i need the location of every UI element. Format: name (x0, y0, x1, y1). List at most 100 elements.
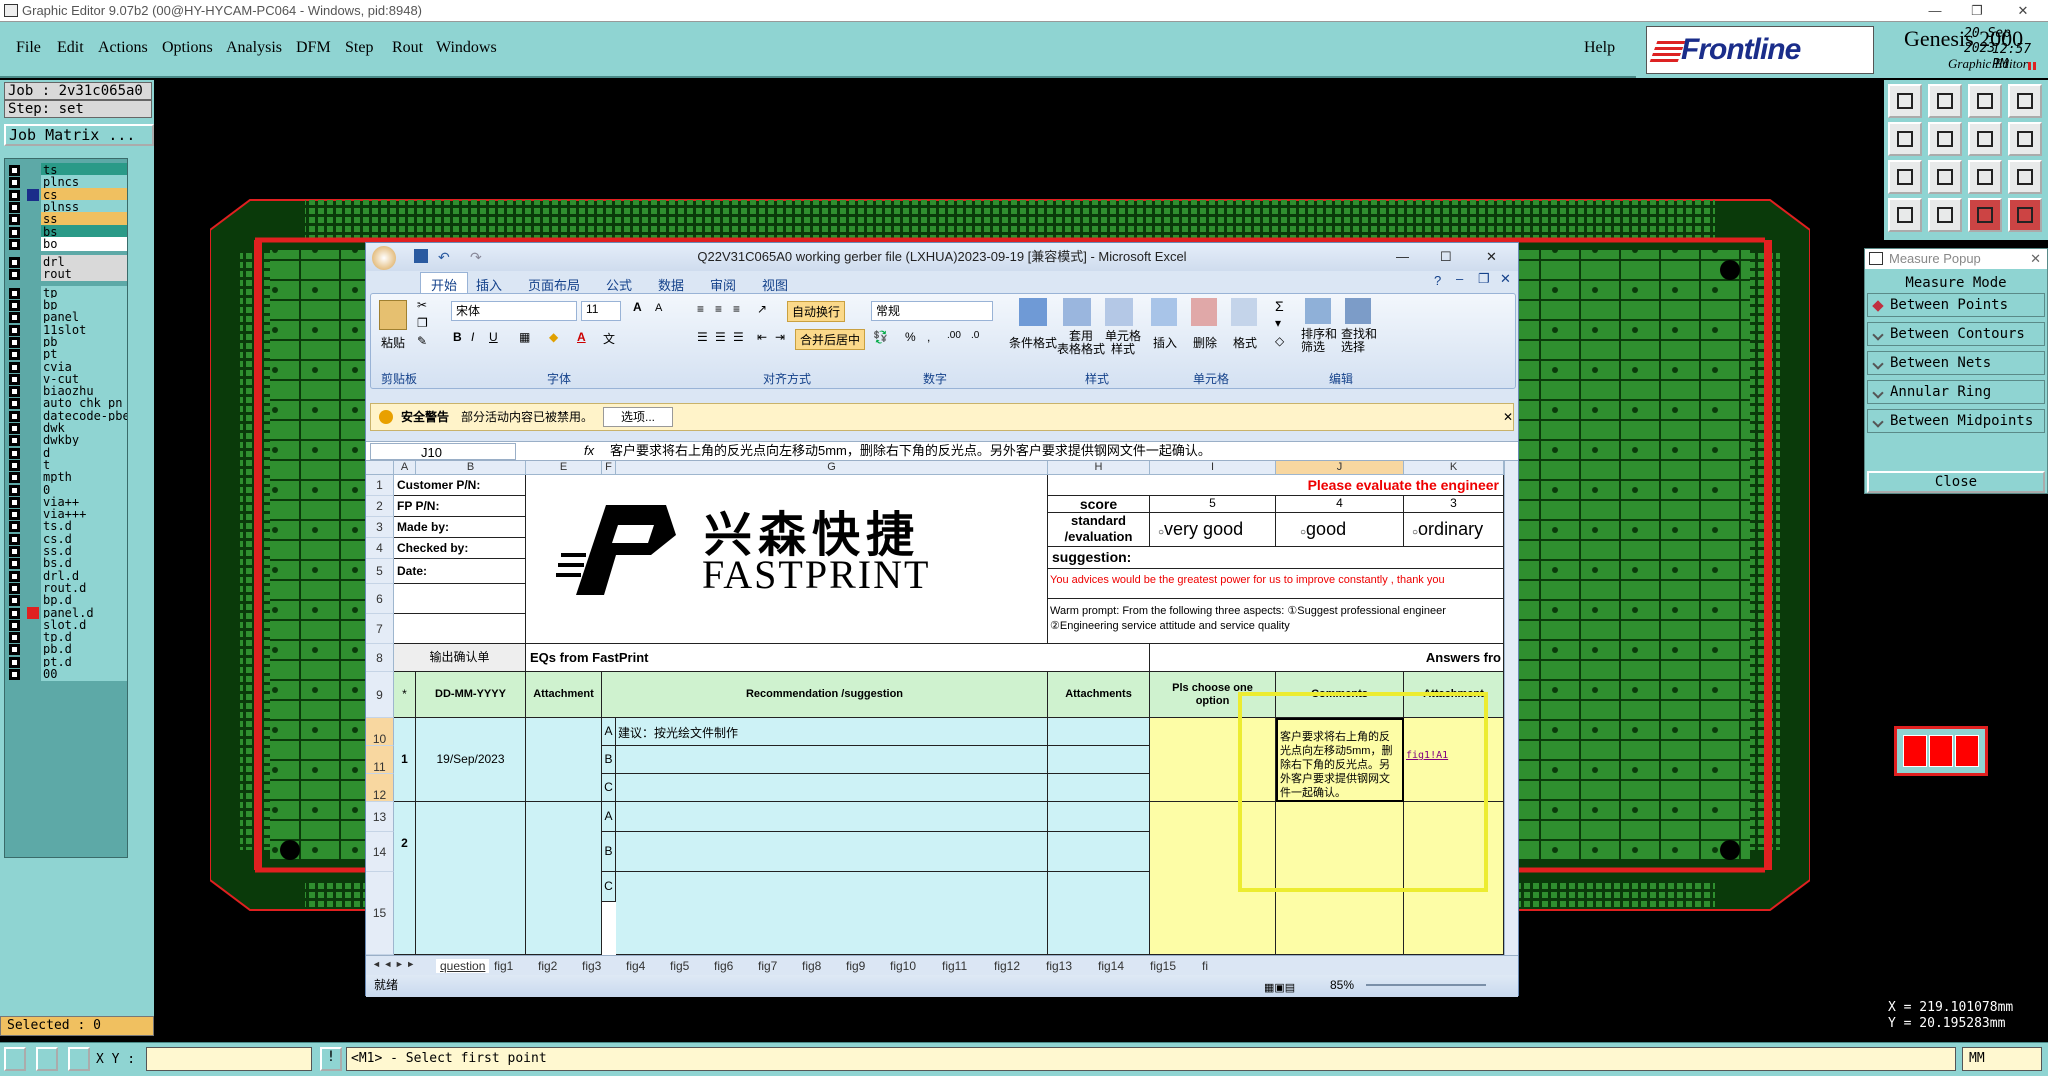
layer-swatch[interactable] (27, 533, 39, 545)
sheet-tab[interactable]: question (436, 959, 490, 973)
layer-swatch[interactable] (27, 268, 39, 280)
flip-icon[interactable] (1968, 122, 2002, 156)
measure-close-button[interactable]: Close (1867, 471, 2045, 493)
percent-icon[interactable]: % (905, 330, 916, 344)
grow-font-icon[interactable]: A (633, 300, 642, 314)
row-header[interactable]: 9 (366, 672, 394, 718)
sort-filter-button[interactable]: 排序和 筛选 (1301, 328, 1337, 354)
tab-data[interactable]: 数据 (658, 275, 684, 294)
conditional-format-button[interactable]: 条件格式 (1009, 334, 1057, 351)
menu-edit[interactable]: Edit (57, 39, 84, 57)
ribbon-minimize-button[interactable]: – (1456, 271, 1463, 286)
paste-button[interactable]: 粘贴 (381, 334, 405, 351)
align-top-icon[interactable]: ≡ (697, 302, 704, 316)
sort-filter-icon[interactable] (1305, 298, 1331, 324)
sheet-tab[interactable]: fig8 (802, 959, 821, 973)
layer-swatch[interactable] (27, 385, 39, 397)
layer-swatch[interactable] (27, 471, 39, 483)
menu-actions[interactable]: Actions (98, 39, 148, 57)
insert-cells-icon[interactable] (1151, 298, 1177, 326)
layer-swatch[interactable] (27, 570, 39, 582)
save-icon[interactable] (1928, 84, 1962, 118)
align-left-icon[interactable]: ☰ (697, 330, 708, 344)
tab-view[interactable]: 视图 (762, 275, 788, 294)
row-header[interactable]: 1 (366, 475, 394, 496)
attachments-b[interactable] (1048, 832, 1150, 872)
layer-swatch[interactable] (27, 606, 39, 619)
comma-icon[interactable]: , (927, 330, 930, 344)
layer-swatch[interactable] (27, 213, 39, 225)
left-icon[interactable] (1888, 122, 1922, 156)
comment-cell[interactable] (1276, 802, 1404, 955)
measure-icon[interactable] (36, 1047, 58, 1071)
paste-icon[interactable] (379, 300, 407, 330)
measure-option[interactable]: Between Points (1867, 293, 2045, 317)
layer-swatch[interactable] (27, 336, 39, 348)
align-center-icon[interactable]: ☰ (715, 330, 726, 344)
layer-swatch[interactable] (27, 324, 39, 336)
delete-cells-icon[interactable] (1191, 298, 1217, 326)
layer-swatch[interactable] (27, 410, 39, 422)
right-icon[interactable] (1928, 122, 1962, 156)
tab-review[interactable]: 审阅 (710, 275, 736, 294)
delete-button[interactable]: 删除 (1193, 334, 1217, 351)
row-header[interactable]: 13 (366, 802, 394, 832)
menu-options[interactable]: Options (162, 39, 213, 57)
autosum-icon[interactable]: Σ (1275, 298, 1284, 314)
decrease-decimal-icon[interactable]: .0 (971, 330, 979, 341)
merge-center-button[interactable]: 合并后居中 (795, 329, 866, 350)
col-header[interactable]: K (1404, 461, 1504, 475)
col-header[interactable]: A (394, 461, 416, 475)
col-header[interactable]: I (1150, 461, 1276, 475)
italic-button[interactable]: I (471, 330, 474, 344)
choose-option-cell[interactable] (1150, 718, 1276, 802)
layer-stack-icon[interactable] (2008, 198, 2042, 232)
row-header[interactable]: 2 (366, 496, 394, 517)
sheet-tab[interactable]: fig4 (626, 959, 645, 973)
fit-icon[interactable] (1888, 160, 1922, 194)
measure-option[interactable]: Between Contours (1867, 322, 2045, 346)
decrease-indent-icon[interactable]: ⇤ (757, 330, 767, 344)
layer-swatch[interactable] (27, 668, 39, 680)
layer-swatch[interactable] (27, 164, 39, 176)
measure-close-icon[interactable]: ✕ (2030, 249, 2041, 269)
job-matrix-button[interactable]: Job Matrix ... (4, 124, 154, 146)
row-header[interactable]: 14 (366, 832, 394, 872)
row-header[interactable]: 15 (366, 872, 394, 955)
layer-checkbox[interactable] (9, 269, 20, 281)
fill-color-icon[interactable]: ◆ (549, 330, 558, 344)
increase-indent-icon[interactable]: ⇥ (775, 330, 785, 344)
zoom-slider[interactable] (1366, 984, 1486, 986)
fig-link[interactable]: fig1!A1 (1404, 718, 1504, 802)
find-select-icon[interactable] (1345, 298, 1371, 324)
layer-swatch[interactable] (27, 188, 39, 201)
find-select-button[interactable]: 查找和 选择 (1341, 328, 1377, 354)
row-header[interactable]: 4 (366, 538, 394, 559)
fill-icon[interactable]: ▾ (1275, 316, 1281, 330)
menu-help[interactable]: Help (1584, 39, 1615, 57)
number-format-select[interactable]: 常规 (871, 301, 993, 321)
ratio-icon[interactable] (1968, 160, 2002, 194)
clear-icon[interactable]: ◇ (1275, 334, 1284, 348)
recommendation-a[interactable]: 建议：按光绘文件制作 (616, 718, 1048, 746)
recommendation-b[interactable] (616, 746, 1048, 774)
xy-input[interactable] (146, 1047, 312, 1071)
cut-icon[interactable]: ✂ (417, 298, 427, 312)
format-painter-icon[interactable]: ✎ (417, 334, 427, 348)
phonetic-icon[interactable]: 文 (603, 330, 615, 347)
open-icon[interactable] (1888, 84, 1922, 118)
layer-swatch[interactable] (27, 311, 39, 323)
attachment-cell[interactable] (1404, 802, 1504, 955)
layer-swatch[interactable] (27, 484, 39, 496)
layer-swatch[interactable] (27, 594, 39, 606)
home-icon[interactable] (1968, 84, 2002, 118)
help-icon[interactable]: ? (1434, 273, 1441, 288)
copy-icon[interactable]: ❐ (417, 316, 428, 330)
align-middle-icon[interactable]: ≡ (715, 302, 722, 316)
col-header[interactable]: F (602, 461, 616, 475)
excel-maximize-button[interactable]: ☐ (1440, 243, 1452, 271)
cell-style-icon[interactable] (1105, 298, 1133, 326)
sheet-tab[interactable]: fig14 (1098, 959, 1124, 973)
layer-swatch[interactable] (27, 201, 39, 213)
font-name-select[interactable]: 宋体 (451, 301, 577, 321)
